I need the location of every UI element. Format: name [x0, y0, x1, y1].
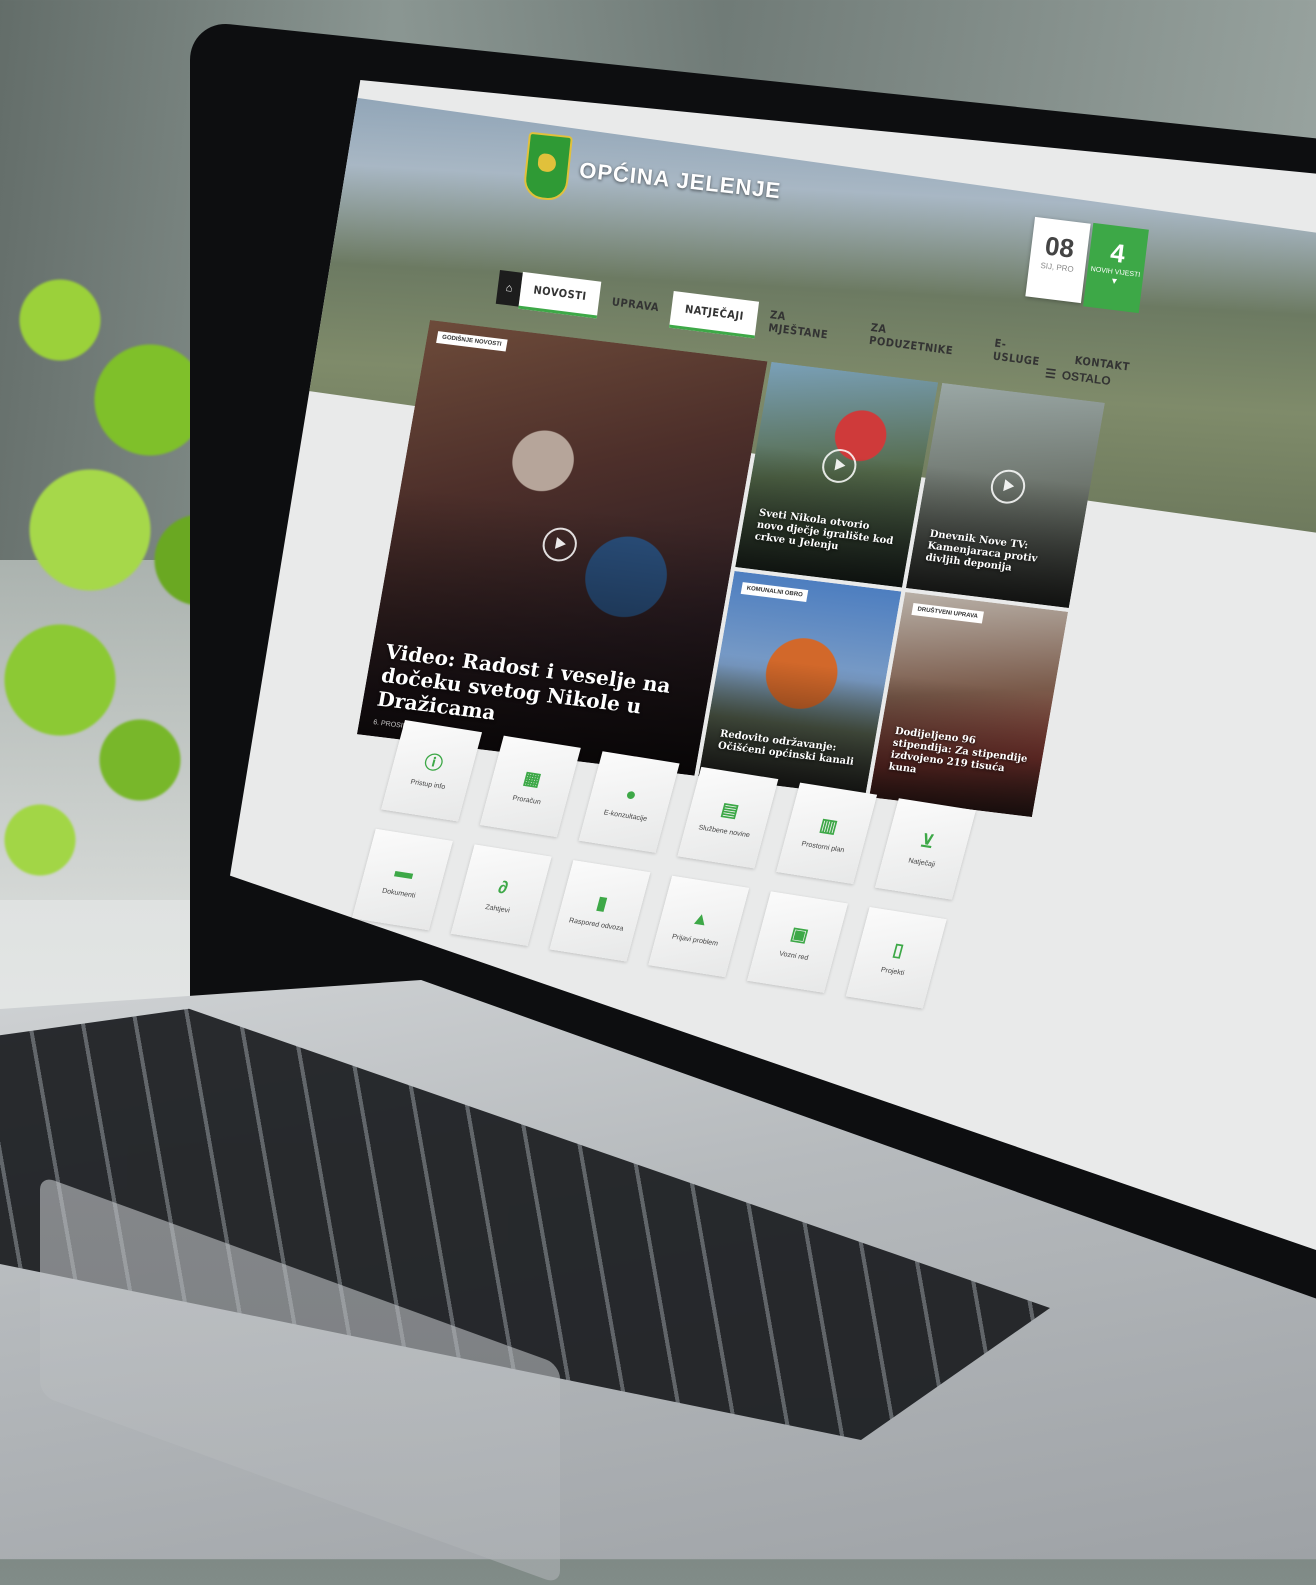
- service-label: E-konzultacije: [603, 808, 648, 823]
- service-label: Dokumenti: [381, 887, 417, 900]
- service-tile-prostorni-plan[interactable]: ▥ Prostorni plan: [776, 782, 878, 885]
- service-tile-natjecaji[interactable]: ⊻ Natječaji: [874, 798, 976, 900]
- service-label: Zahtjevi: [484, 903, 511, 915]
- featured-news-item[interactable]: Dnevnik Nove TV: Kamenjaraca protiv divl…: [905, 382, 1105, 608]
- featured-news-item[interactable]: KOMUNALNI OBRO Redovito održavanje: Očiš…: [698, 570, 902, 797]
- info-icon: ⓘ: [422, 751, 446, 774]
- chat-icon: ●: [623, 783, 640, 805]
- featured-news-item[interactable]: Sveti Nikola otvorio novo dječje igrališ…: [735, 361, 939, 588]
- service-label: Projekti: [880, 966, 906, 977]
- building-icon: ▯: [890, 939, 906, 961]
- coat-of-arms-icon: [522, 131, 573, 203]
- home-icon: ⌂: [505, 281, 514, 295]
- trash-icon: ▮: [594, 892, 610, 914]
- service-tile-sluzbene-novine[interactable]: ▤ Službene novine: [677, 766, 779, 869]
- bus-icon: ▣: [788, 922, 811, 945]
- service-label: Natječaji: [907, 857, 936, 869]
- service-label: Raspored odvoza: [568, 916, 625, 933]
- service-tile-raspored-odvoza[interactable]: ▮ Raspored odvoza: [549, 860, 651, 962]
- service-tile-dokumenti[interactable]: ▬ Dokumenti: [351, 828, 453, 931]
- featured-news-item[interactable]: DRUŠTVENI UPRAVA Dodijeljeno 96 stipendi…: [869, 591, 1069, 818]
- folder-icon: ▬: [393, 860, 417, 883]
- warning-icon: ▲: [689, 907, 713, 930]
- map-icon: ▥: [817, 814, 840, 837]
- paperclip-icon: ∂: [496, 876, 511, 898]
- service-tile-prijavi-problem[interactable]: ▲ Prijavi problem: [648, 875, 750, 978]
- new-news-badge[interactable]: 4 NOVIH VIJESTI ▾: [1083, 222, 1149, 314]
- service-tile-proracun[interactable]: ▦ Proračun: [479, 735, 581, 838]
- service-tile-e-konzultacije[interactable]: ● E-konzultacije: [578, 751, 680, 853]
- service-label: Prostorni plan: [800, 840, 846, 854]
- calculator-icon: ▦: [521, 767, 544, 790]
- featured-news-main[interactable]: GODIŠNJE NOVOSTI Video: Radost i veselje…: [356, 320, 768, 776]
- site-name: OPĆINA JELENJE: [578, 157, 783, 204]
- cart-icon: ⊻: [918, 829, 937, 852]
- service-label: Službene novine: [697, 823, 751, 839]
- date-box: 08 SIJ, PRO: [1025, 216, 1091, 304]
- service-tile-projekti[interactable]: ▯ Projekti: [845, 906, 947, 1009]
- menu-icon: ☰: [1044, 366, 1057, 382]
- service-tile-vozni-red[interactable]: ▣ Vozni red: [746, 891, 848, 993]
- service-label: Pristup info: [409, 778, 447, 791]
- service-label: Prijavi problem: [671, 933, 719, 948]
- service-tile-zahtjevi[interactable]: ∂ Zahtjevi: [450, 844, 552, 946]
- service-label: Proračun: [511, 794, 542, 806]
- service-label: Vozni red: [778, 950, 810, 962]
- document-icon: ▤: [719, 798, 742, 821]
